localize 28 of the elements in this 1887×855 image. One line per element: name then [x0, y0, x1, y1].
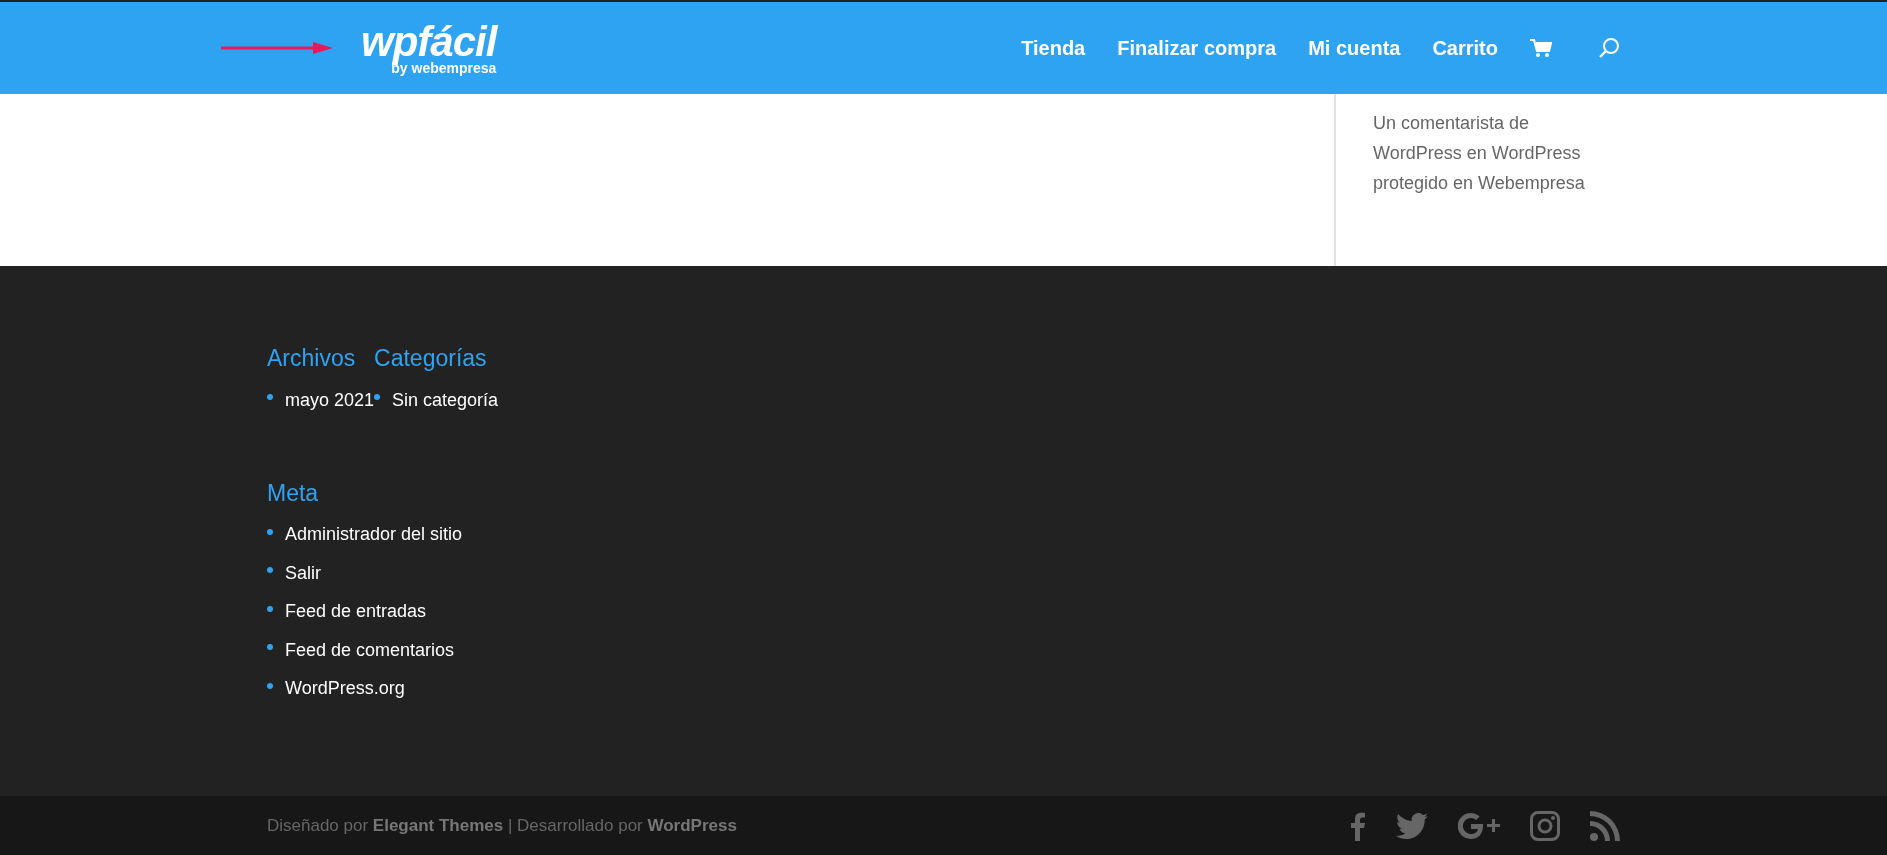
- credits-text: Diseñado por Elegant Themes | Desarrollado por WordPress: [267, 815, 737, 836]
- rss-icon[interactable]: [1590, 810, 1620, 841]
- bullet-icon: [267, 394, 273, 401]
- logo-wordmark: wpfácil: [361, 21, 497, 63]
- widget-link[interactable]: Administrador del sitio: [285, 524, 463, 546]
- sidebar-text: Un comentarista de WordPress en WordPress protegido en Webempresa: [1373, 112, 1586, 195]
- widget-link[interactable]: Sin categoría: [392, 389, 499, 411]
- bullet-icon: [267, 567, 273, 574]
- cart-icon[interactable]: [1530, 38, 1552, 58]
- search-icon[interactable]: [1598, 37, 1620, 59]
- instagram-icon[interactable]: [1530, 810, 1560, 841]
- widget-link[interactable]: mayo 2021: [285, 389, 375, 411]
- bullet-icon: [267, 644, 273, 651]
- facebook-icon[interactable]: [1350, 810, 1366, 841]
- widget-title: Meta: [267, 478, 320, 508]
- widget-title: Categorías: [374, 344, 487, 373]
- widget-title: Archivos: [267, 344, 357, 373]
- widget-link[interactable]: WordPress.org: [285, 678, 405, 700]
- bullet-icon: [374, 394, 381, 401]
- bullet-icon: [267, 605, 273, 612]
- twitter-icon[interactable]: [1396, 812, 1428, 839]
- widget-link[interactable]: Feed de entradas: [285, 601, 427, 623]
- widget-link[interactable]: Salir: [285, 562, 321, 584]
- widget-link[interactable]: Feed de comentarios: [285, 639, 455, 661]
- arrow-icon: [221, 41, 333, 55]
- bullet-icon: [267, 682, 273, 689]
- bullet-icon: [267, 528, 273, 535]
- google-plus-icon[interactable]: [1458, 811, 1500, 840]
